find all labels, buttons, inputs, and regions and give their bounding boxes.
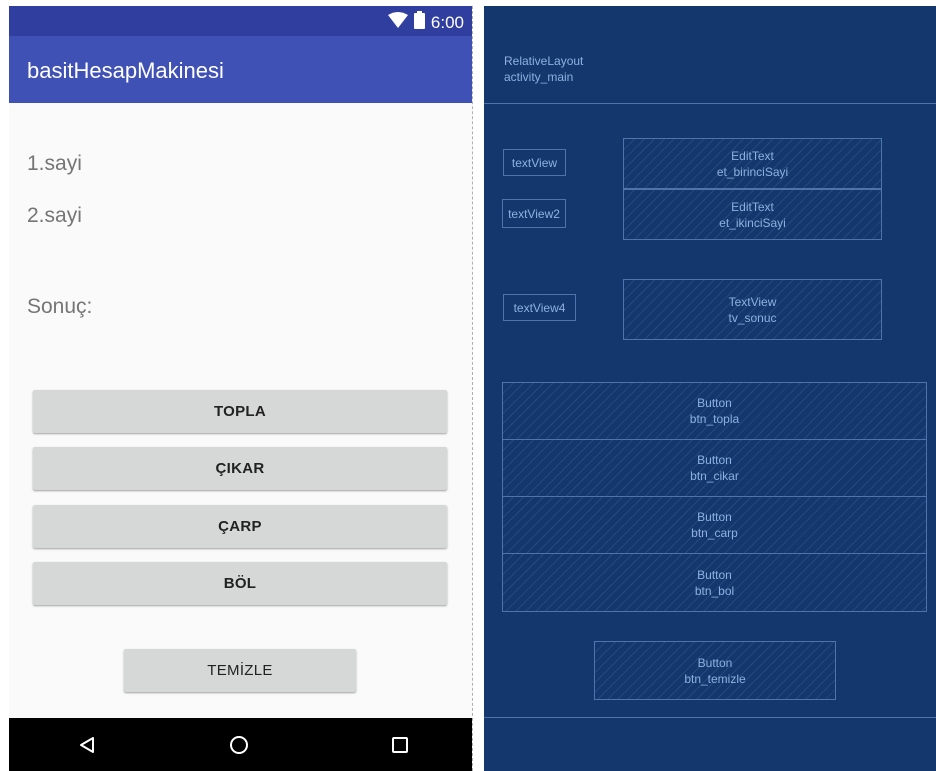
design-preview: 6:00 basitHesapMakinesi 1.sayi 2.sayi So… [9,6,472,771]
pane-divider [472,6,473,771]
battery-icon [413,11,425,34]
home-icon[interactable] [224,730,254,760]
bp-button-subtract[interactable]: Button btn_cikar [502,439,927,497]
bp-edittext-first-type: EditText [731,148,774,163]
bp-root-id: activity_main [504,70,574,84]
subtract-button[interactable]: ÇIKAR [33,447,447,490]
clear-button[interactable]: TEMİZLE [124,649,356,692]
recents-icon[interactable] [385,730,415,760]
bp-button-divide[interactable]: Button btn_bol [502,553,927,612]
bp-button-multiply[interactable]: Button btn_carp [502,496,927,554]
bp-textview4[interactable]: textView4 [503,294,576,321]
bp-edittext-second-id: et_ikinciSayi [719,215,786,230]
bp-bottom-line [484,717,936,718]
bp-button-clear-type: Button [697,655,733,670]
bp-textview-result-id: tv_sonuc [728,310,777,325]
bp-button-subtract-id: btn_cikar [690,469,739,483]
wifi-icon [387,12,408,33]
status-icons: 6:00 [387,11,464,34]
status-bar: 6:00 [9,6,472,36]
status-time: 6:00 [430,12,464,32]
add-button[interactable]: TOPLA [33,390,447,433]
app-bar: basitHesapMakinesi [9,36,472,103]
label-second-number: 2.sayi [27,204,82,227]
bp-edittext-first-id: et_birinciSayi [716,164,789,179]
bp-button-clear[interactable]: Button btn_temizle [594,641,836,700]
bp-edittext-second-type: EditText [731,199,774,214]
bp-top-line [484,103,936,104]
bp-button-divide-id: btn_bol [694,583,735,598]
bp-button-multiply-type: Button [697,510,732,524]
bp-button-divide-type: Button [697,567,732,582]
navigation-bar [9,718,472,771]
app-title: basitHesapMakinesi [27,58,224,83]
bp-button-add-id: btn_topla [689,412,740,426]
divide-button[interactable]: BÖL [33,562,447,605]
bp-root-type: RelativeLayout [504,54,584,68]
multiply-button[interactable]: ÇARP [33,505,447,548]
label-first-number: 1.sayi [27,152,82,175]
label-result: Sonuç: [27,295,93,318]
bp-edittext-second[interactable]: EditText et_ikinciSayi [623,189,882,240]
blueprint-view: RelativeLayout activity_main textView te… [484,6,936,771]
bp-textview-result[interactable]: TextView tv_sonuc [623,279,882,340]
bp-textview2[interactable]: textView2 [502,199,566,228]
bp-button-add[interactable]: Button btn_topla [502,382,927,440]
bp-button-add-type: Button [697,396,732,410]
bp-button-multiply-id: btn_carp [691,526,738,540]
bp-textview[interactable]: textView [503,149,566,176]
bp-textview-result-type: TextView [728,294,777,309]
bp-edittext-first[interactable]: EditText et_birinciSayi [623,138,882,189]
bp-root-layout[interactable]: RelativeLayout activity_main [504,53,583,85]
bp-button-subtract-type: Button [697,453,732,467]
bp-button-clear-id: btn_temizle [684,671,746,686]
back-icon[interactable] [72,730,102,760]
